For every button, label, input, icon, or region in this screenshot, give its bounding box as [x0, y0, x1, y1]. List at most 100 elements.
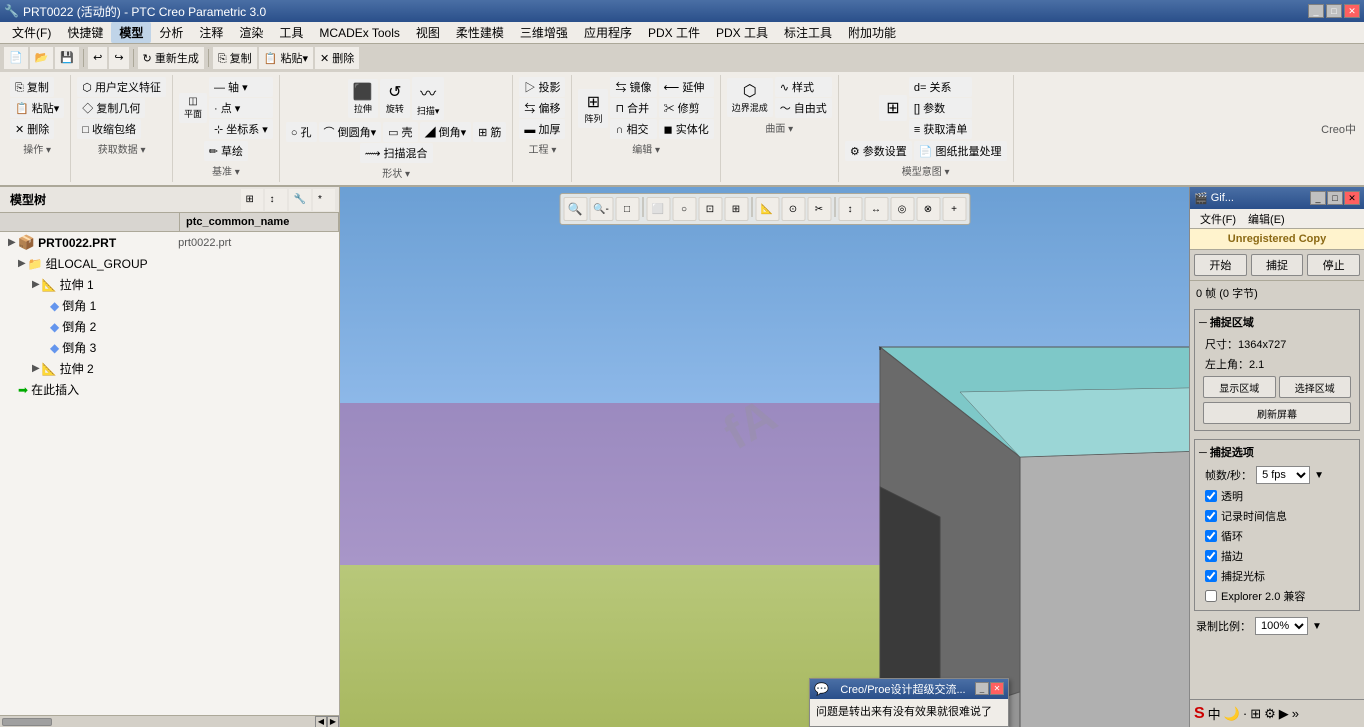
new-btn[interactable]: 📄 — [4, 47, 28, 69]
ribbon-param[interactable]: [] 参数 — [909, 98, 972, 118]
undo-btn[interactable]: ↩ — [88, 47, 107, 69]
ribbon-plane[interactable]: ◫ 平面 — [179, 93, 207, 123]
menu-pdx1[interactable]: PDX 工件 — [640, 22, 708, 43]
grid-icon[interactable]: ⊞ — [1250, 706, 1261, 722]
copy-btn[interactable]: ⎘ 复制 — [213, 47, 257, 69]
menu-view[interactable]: 视图 — [408, 22, 448, 43]
menu-3d[interactable]: 三维增强 — [512, 22, 576, 43]
ribbon-chamfer[interactable]: ◢ 倒角▾ — [420, 122, 472, 142]
ribbon-revolve[interactable]: ↺ 旋转 — [380, 79, 410, 118]
menu-analysis[interactable]: 分析 — [151, 22, 191, 43]
vp-btn-g[interactable]: ⊗ — [916, 197, 940, 221]
ribbon-axis[interactable]: — 轴 ▾ — [209, 77, 273, 97]
gif-stop-btn[interactable]: 停止 — [1307, 254, 1360, 276]
ribbon-delete[interactable]: ✕ 删除 — [10, 119, 54, 139]
moon-icon[interactable]: 🌙 — [1224, 706, 1240, 722]
ribbon-mirror-eng[interactable]: ⇆ 偏移 — [519, 98, 565, 118]
tree-settings-btn[interactable]: ⊞ — [241, 189, 263, 211]
settings2-icon[interactable]: ⚙ — [1264, 706, 1276, 722]
gif-capture-btn[interactable]: 捕捉 — [1251, 254, 1304, 276]
ribbon-extend[interactable]: ⟵ 延伸 — [659, 77, 714, 97]
opt-loop-cb[interactable] — [1205, 530, 1217, 542]
tree-item-chamfer1[interactable]: ◆ 倒角 1 — [0, 295, 339, 316]
menu-mark[interactable]: 标注工具 — [776, 22, 840, 43]
ribbon-get-list[interactable]: ≡ 获取清单 — [909, 119, 972, 139]
ribbon-extrude[interactable]: ⬛ 拉伸 — [348, 79, 378, 118]
tree-hscrollbar[interactable]: ◀ ▶ — [0, 715, 339, 727]
ribbon-trim[interactable]: ✂ 修剪 — [659, 98, 714, 118]
menu-app[interactable]: 应用程序 — [576, 22, 640, 43]
ribbon-copy-geo[interactable]: ◇ 复制几何 — [77, 98, 145, 118]
menu-shortcuts[interactable]: 快捷键 — [59, 22, 111, 43]
tree-item-insert-here[interactable]: ➡ 在此插入 — [0, 379, 339, 400]
gif-start-btn[interactable]: 开始 — [1194, 254, 1247, 276]
gif-menu-edit[interactable]: 编辑(E) — [1242, 210, 1291, 228]
ribbon-shrink[interactable]: □ 收缩包络 — [77, 119, 141, 139]
gif-minimize[interactable]: _ — [1310, 191, 1326, 205]
ribbon-draft[interactable]: ▷ 投影 — [519, 77, 565, 97]
tree-sort-btn[interactable]: ↕ — [265, 189, 287, 211]
menu-flexible[interactable]: 柔性建模 — [448, 22, 512, 43]
opt-time-cb[interactable] — [1205, 510, 1217, 522]
gif-refresh-btn[interactable]: 刷新屏幕 — [1203, 402, 1351, 424]
menu-model[interactable]: 模型 — [111, 22, 151, 43]
vp-btn-c[interactable]: ✂ — [807, 197, 831, 221]
vp-zoom-out[interactable]: 🔍- — [589, 197, 613, 221]
gif-maximize[interactable]: □ — [1327, 191, 1343, 205]
fps-select[interactable]: 5 fps 1 fps 2 fps 10 fps 15 fps — [1256, 466, 1310, 484]
tree-item-chamfer2[interactable]: ◆ 倒角 2 — [0, 316, 339, 337]
tree-item-chamfer3[interactable]: ◆ 倒角 3 — [0, 337, 339, 358]
vp-view-rect[interactable]: ⬜ — [646, 197, 670, 221]
ratio-dropdown-icon[interactable]: ▼ — [1312, 621, 1322, 632]
ribbon-hole[interactable]: ○ 孔 — [286, 122, 317, 142]
ribbon-batch[interactable]: 📄 图纸批量处理 — [914, 141, 1007, 161]
menu-file[interactable]: 文件(F) — [4, 22, 59, 43]
tree-item-group[interactable]: ▶ 📁 组LOCAL_GROUP — [0, 253, 339, 274]
delete-btn[interactable]: ✕ 删除 — [315, 47, 359, 69]
arrow-icon[interactable]: ▶ — [1279, 706, 1289, 722]
vp-btn-a[interactable]: 📐 — [755, 197, 779, 221]
ribbon-rib[interactable]: ⊞ 筋 — [473, 122, 506, 142]
ribbon-merge[interactable]: ⊓ 合并 — [610, 98, 656, 118]
ribbon-copy[interactable]: ⎘ 复制 — [10, 77, 54, 97]
zh-icon[interactable]: 中 — [1208, 704, 1221, 723]
scroll-left[interactable]: ◀ — [315, 716, 327, 727]
open-btn[interactable]: 📂 — [30, 47, 54, 69]
tree-body[interactable]: ▶ 📦 PRT0022.PRT prt0022.prt ▶ 📁 组LOCAL_G… — [0, 232, 339, 715]
minimize-button[interactable]: _ — [1308, 4, 1324, 18]
vp-view-circle[interactable]: ○ — [672, 197, 696, 221]
scroll-right[interactable]: ▶ — [327, 716, 339, 727]
ribbon-sweep[interactable]: 〰 扫描▾ — [412, 77, 445, 120]
fps-dropdown-icon[interactable]: ▼ — [1314, 470, 1324, 481]
vp-snap[interactable]: ⊡ — [698, 197, 722, 221]
menu-tools[interactable]: 工具 — [271, 22, 311, 43]
vp-btn-e[interactable]: ↔ — [864, 197, 888, 221]
vp-grid[interactable]: ⊞ — [724, 197, 748, 221]
ribbon-mirror2[interactable]: ⇆ 镜像 — [610, 77, 656, 97]
viewport[interactable]: ↖ fA 🔍 🔍- □ ⬜ ○ ⊡ ⊞ 📐 ⊙ ✂ ↕ ↔ — [340, 187, 1189, 727]
vp-btn-f[interactable]: ◎ — [890, 197, 914, 221]
ribbon-coords[interactable]: ⊹ 坐标系 ▾ — [209, 119, 273, 139]
save-btn[interactable]: 💾 — [55, 47, 79, 69]
gif-display-area-btn[interactable]: 显示区域 — [1203, 376, 1276, 398]
opt-cursor-cb[interactable] — [1205, 570, 1217, 582]
menu-annotation[interactable]: 注释 — [191, 22, 231, 43]
regen-btn[interactable]: ↻ 重新生成 — [138, 47, 204, 69]
menu-mcadex[interactable]: MCADEx Tools — [311, 24, 407, 42]
ribbon-solidify[interactable]: ◼ 实体化 — [659, 119, 714, 139]
chat-minimize[interactable]: _ — [975, 682, 989, 695]
vp-zoom-in[interactable]: 🔍 — [563, 197, 587, 221]
vp-btn-b[interactable]: ⊙ — [781, 197, 805, 221]
ribbon-relation[interactable]: d= 关系 — [909, 77, 972, 97]
ribbon-user-feature[interactable]: ⬡ 用户定义特征 — [77, 77, 166, 97]
ribbon-thicken[interactable]: ▬ 加厚 — [519, 119, 565, 139]
ribbon-freeform[interactable]: 〜 自由式 — [775, 98, 832, 118]
paste-btn[interactable]: 📋 粘贴▾ — [259, 47, 313, 69]
vp-btn-h[interactable]: + — [942, 197, 966, 221]
ribbon-param-settings[interactable]: ⚙ 参数设置 — [845, 141, 912, 161]
ribbon-sketch[interactable]: ✏ 草绘 — [204, 141, 248, 161]
maximize-button[interactable]: □ — [1326, 4, 1342, 18]
menu-addon[interactable]: 附加功能 — [840, 22, 904, 43]
tree-item-extrude1[interactable]: ▶ 📐 拉伸 1 — [0, 274, 339, 295]
ribbon-paste[interactable]: 📋 粘贴▾ — [10, 98, 64, 118]
